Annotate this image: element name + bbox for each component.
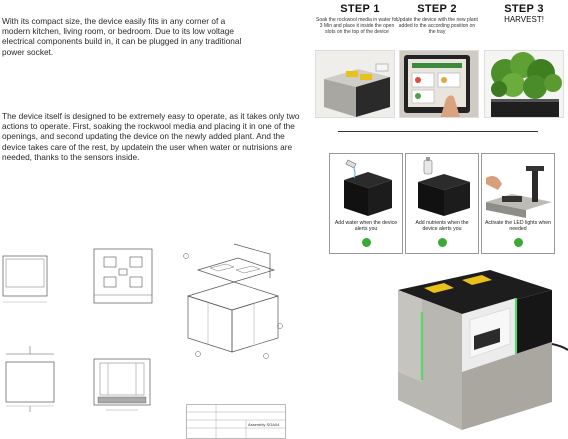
drawing-section-view bbox=[88, 355, 158, 415]
step-2-title: STEP 2 bbox=[417, 3, 457, 15]
water-alert-illustration bbox=[344, 159, 392, 216]
device-cutaway-render bbox=[392, 262, 568, 439]
drawing-title-block: Assembly SOA04 bbox=[186, 404, 286, 439]
intro-paragraph-operation: The device itself is designed to be extr… bbox=[2, 111, 300, 162]
section-divider bbox=[338, 131, 538, 132]
step-3-title: STEP 3 bbox=[504, 3, 544, 15]
title-block-label: Assembly SOA04 bbox=[248, 422, 280, 427]
nutrient-alert-illustration bbox=[418, 157, 470, 216]
tablet-update-illustration bbox=[400, 51, 478, 117]
alert-card-led: Activate the LED lights when needed bbox=[481, 153, 555, 254]
step-2-photo bbox=[399, 50, 479, 118]
device-soak-illustration bbox=[316, 51, 394, 117]
intro-paragraph-size: With its compact size, the device easily… bbox=[2, 16, 242, 57]
alert-nutrients-label: Add nutrients when the device alerts you bbox=[415, 220, 469, 233]
step-3-photo bbox=[484, 50, 564, 118]
alert-water-label: Add water when the device alerts you bbox=[334, 220, 398, 233]
step-3-description: HARVEST! bbox=[504, 15, 544, 24]
alert-card-water: Add water when the device alerts you bbox=[329, 153, 403, 254]
alert-led-status-icon bbox=[514, 238, 523, 247]
drawing-side-view bbox=[0, 342, 58, 412]
step-2-description: Update the device with the new plant add… bbox=[396, 17, 478, 35]
step-1-photo bbox=[315, 50, 395, 118]
drawing-exploded-isometric bbox=[178, 240, 288, 365]
alert-water-status-icon bbox=[362, 238, 371, 247]
harvest-plants-illustration bbox=[485, 51, 563, 117]
alert-led-label: Activate the LED lights when needed bbox=[484, 220, 552, 233]
alert-nutrients-status-icon bbox=[438, 238, 447, 247]
drawing-top-view bbox=[88, 243, 158, 313]
step-1-title: STEP 1 bbox=[340, 3, 380, 15]
step-1-description: Soak the rockwool media in water for 3 M… bbox=[316, 17, 398, 35]
led-alert-illustration bbox=[486, 166, 552, 218]
alert-card-nutrients: Add nutrients when the device alerts you bbox=[405, 153, 479, 254]
drawing-front-view bbox=[0, 250, 50, 310]
